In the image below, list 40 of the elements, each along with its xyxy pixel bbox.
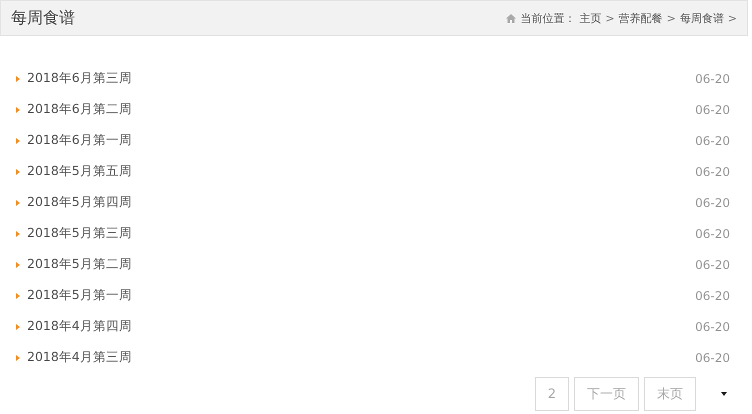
recipe-link[interactable]: 2018年6月第三周 <box>27 70 696 87</box>
item-date: 06-20 <box>695 226 730 240</box>
bullet-icon <box>16 106 20 112</box>
breadcrumb-label: 当前位置： <box>520 10 576 26</box>
breadcrumb-separator: > <box>728 12 737 24</box>
breadcrumb-separator: > <box>666 12 676 24</box>
bullet-icon <box>16 138 20 144</box>
bullet-icon <box>16 262 20 268</box>
recipe-link[interactable]: 2018年4月第四周 <box>27 318 696 335</box>
item-date: 06-20 <box>695 164 730 178</box>
item-date: 06-20 <box>695 320 730 334</box>
recipe-link[interactable]: 2018年4月第三周 <box>27 349 696 366</box>
breadcrumb-link[interactable]: 主页 <box>579 10 602 26</box>
recipe-link[interactable]: 2018年6月第二周 <box>27 101 696 118</box>
recipe-link[interactable]: 2018年5月第二周 <box>27 256 696 273</box>
bullet-icon <box>16 292 20 298</box>
bullet-icon <box>16 354 20 360</box>
breadcrumb-link[interactable]: 营养配餐 <box>618 10 663 26</box>
bullet-icon <box>16 168 20 174</box>
caret-icon[interactable] <box>721 392 727 396</box>
home-icon <box>506 14 516 22</box>
bullet-icon <box>16 230 20 236</box>
item-date: 06-20 <box>695 72 730 86</box>
recipe-link[interactable]: 2018年5月第四周 <box>27 194 696 211</box>
recipe-link[interactable]: 2018年5月第一周 <box>27 287 696 304</box>
page-title: 每周食谱 <box>11 8 75 28</box>
item-date: 06-20 <box>695 102 730 116</box>
item-date: 06-20 <box>695 196 730 210</box>
item-date: 06-20 <box>695 258 730 272</box>
bullet-icon <box>16 200 20 206</box>
item-date: 06-20 <box>695 350 730 364</box>
item-date: 06-20 <box>695 134 730 148</box>
recipe-link[interactable]: 2018年5月第三周 <box>27 225 696 242</box>
breadcrumb-link[interactable]: 每周食谱 <box>680 10 724 26</box>
recipe-link[interactable]: 2018年6月第一周 <box>27 132 696 149</box>
bullet-icon <box>16 324 20 330</box>
recipe-link[interactable]: 2018年5月第五周 <box>27 163 696 180</box>
bullet-icon <box>16 76 20 82</box>
breadcrumb-separator: > <box>605 12 615 24</box>
item-date: 06-20 <box>695 288 730 302</box>
